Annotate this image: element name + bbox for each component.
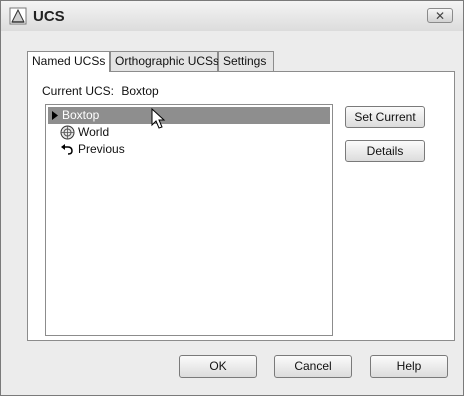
- ok-button[interactable]: OK: [179, 355, 257, 378]
- ucs-list[interactable]: Boxtop World Previous: [45, 104, 333, 336]
- details-button[interactable]: Details: [345, 140, 425, 162]
- cancel-button[interactable]: Cancel: [274, 355, 352, 378]
- title-bar[interactable]: UCS ✕: [1, 1, 463, 31]
- tab-settings[interactable]: Settings: [218, 51, 274, 71]
- world-globe-icon: [60, 125, 75, 140]
- named-ucss-panel: Current UCS: Boxtop Boxtop World Previou…: [27, 71, 455, 341]
- current-ucs-row: Current UCS: Boxtop: [42, 84, 159, 98]
- tab-label: Settings: [223, 54, 267, 68]
- list-item-label: Previous: [78, 142, 125, 156]
- set-current-button[interactable]: Set Current: [345, 106, 425, 128]
- close-button[interactable]: ✕: [427, 8, 453, 23]
- tab-label: Named UCSs: [32, 54, 106, 68]
- list-item-boxtop[interactable]: Boxtop: [48, 107, 330, 129]
- current-ucs-label: Current UCS:: [42, 84, 115, 98]
- list-item-previous[interactable]: Previous: [48, 141, 330, 158]
- current-marker-icon: [52, 111, 58, 120]
- help-button[interactable]: Help: [370, 355, 448, 378]
- ucs-dialog: UCS ✕ Named UCSs Orthographic UCSs Setti…: [0, 0, 464, 396]
- list-item-world[interactable]: World: [48, 124, 330, 141]
- dialog-title: UCS: [33, 8, 65, 25]
- ucs-app-icon: [9, 7, 27, 25]
- list-item-label: World: [78, 125, 110, 139]
- close-icon: ✕: [434, 9, 446, 23]
- current-ucs-value: Boxtop: [121, 84, 159, 98]
- tab-label: Orthographic UCSs: [115, 54, 220, 68]
- previous-undo-arrow-icon: [61, 144, 73, 155]
- tab-orthographic-ucss[interactable]: Orthographic UCSs: [110, 51, 220, 71]
- list-item-label: Boxtop: [62, 108, 100, 122]
- tab-named-ucss[interactable]: Named UCSs: [27, 51, 110, 72]
